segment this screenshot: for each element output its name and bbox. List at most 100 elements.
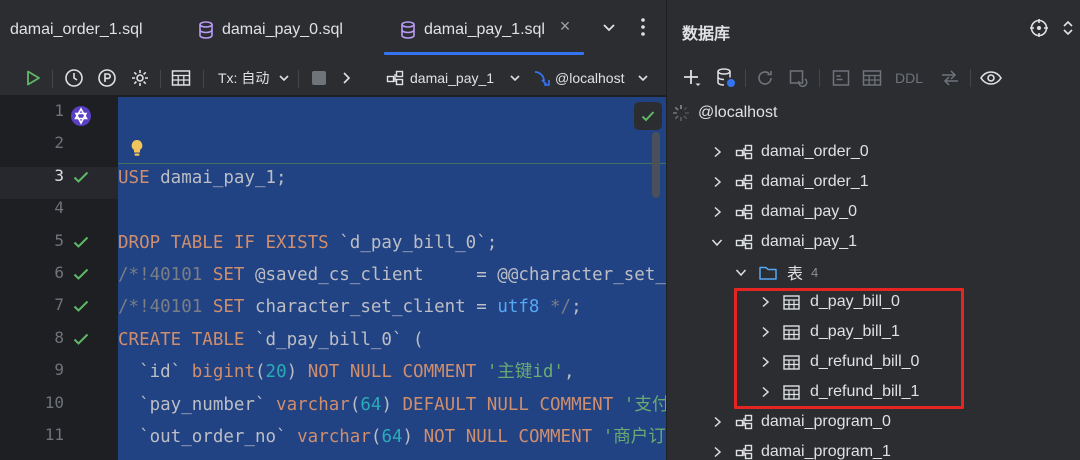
- close-tab-icon[interactable]: ×: [557, 17, 573, 35]
- table-icon: [171, 70, 191, 86]
- code-token: (: [349, 394, 361, 415]
- results-grid-button[interactable]: [171, 66, 191, 90]
- data-source-properties-button[interactable]: [715, 66, 737, 90]
- chevron-right-icon[interactable]: [711, 176, 723, 188]
- p-circle-icon: [98, 69, 116, 87]
- settings-button[interactable]: [130, 66, 150, 90]
- tree-item-schema[interactable]: damai_program_0: [711, 407, 891, 437]
- code-line[interactable]: `pay_number` varchar(64) DEFAULT NULL CO…: [118, 389, 666, 421]
- refresh-button[interactable]: [755, 66, 775, 90]
- history-button[interactable]: [64, 66, 84, 90]
- stop-button[interactable]: [311, 66, 327, 90]
- code-line[interactable]: `out_order_no` varchar(64) NOT NULL COMM…: [118, 421, 666, 453]
- gear-icon: [132, 70, 148, 86]
- schema-icon: [735, 144, 753, 160]
- more-vertical-icon[interactable]: [640, 16, 646, 38]
- chevron-down-icon[interactable]: [600, 18, 618, 36]
- expand-collapse-icon[interactable]: [1061, 18, 1075, 38]
- datasource-selector[interactable]: @localhost: [533, 66, 650, 90]
- tab-damai-pay-0[interactable]: damai_pay_0.sql: [198, 0, 343, 60]
- tree-item-schema[interactable]: damai_program_1: [711, 437, 891, 460]
- code-token: ,: [563, 362, 575, 383]
- tree-item-schema[interactable]: damai_pay_0: [711, 197, 857, 227]
- host-label: @localhost: [555, 70, 625, 86]
- code-token: `d_pay_bill_0` (: [244, 329, 424, 350]
- code-token: @saved_cs_client = @@character_set_clien…: [254, 265, 666, 285]
- chevron-down-icon[interactable]: [711, 236, 723, 248]
- check-icon: [73, 268, 89, 280]
- execute-button[interactable]: [24, 66, 42, 90]
- code-line[interactable]: DROP TABLE IF EXISTS `d_pay_bill_0`;: [118, 227, 497, 259]
- code-token: bigint: [191, 362, 255, 383]
- line-number: 11: [44, 425, 64, 444]
- line-number-gutter: 1 2 3 4 5 6 7 8 9 10 11: [0, 97, 118, 460]
- toolbar-divider: [970, 66, 971, 90]
- eye-icon: [980, 71, 1002, 85]
- lightbulb-icon[interactable]: [130, 139, 144, 157]
- table-icon: [862, 70, 882, 86]
- schema-sync-button[interactable]: [788, 66, 808, 90]
- annotation-highlight-box: [734, 288, 964, 409]
- new-button[interactable]: [681, 66, 703, 90]
- jump-to-button[interactable]: [939, 66, 961, 90]
- code-line[interactable]: USE damai_pay_1;: [118, 162, 287, 194]
- check-icon: [73, 333, 89, 345]
- code-token: NOT NULL COMMENT: [307, 362, 477, 383]
- tree-item-schema[interactable]: damai_pay_1: [711, 227, 857, 257]
- inspection-status-badge[interactable]: [634, 102, 662, 130]
- explain-plan-button[interactable]: [97, 66, 117, 90]
- code-token: ;: [571, 297, 582, 318]
- panel-title: 数据库: [682, 26, 731, 43]
- ai-assistant-icon[interactable]: [70, 105, 92, 127]
- code-token: /*!40101: [118, 265, 213, 285]
- line-number: 10: [44, 392, 64, 412]
- chevron-down-icon[interactable]: [735, 266, 747, 278]
- check-icon: [641, 111, 655, 122]
- chevron-right-icon[interactable]: [711, 146, 723, 158]
- toolbar-divider: [52, 70, 53, 88]
- crosshair-icon[interactable]: [1029, 18, 1049, 38]
- tree-item-tables-folder[interactable]: 表4: [735, 257, 818, 287]
- toolbar-divider: [745, 66, 746, 90]
- tab-damai-pay-1[interactable]: damai_pay_1.sql: [400, 0, 545, 60]
- tree-item-host[interactable]: @localhost: [667, 98, 777, 128]
- schema-selector[interactable]: damai_pay_1: [386, 66, 522, 90]
- chevron-right-icon[interactable]: [711, 206, 723, 218]
- database-settings-icon: [717, 68, 735, 87]
- database-icon: [401, 21, 415, 39]
- arrows-icon: [942, 70, 958, 86]
- active-tab-indicator: [384, 52, 584, 55]
- code-line[interactable]: `id` bigint(20) NOT NULL COMMENT '主键id',: [118, 356, 575, 388]
- query-console-button[interactable]: [831, 66, 851, 90]
- code-token: USE: [118, 167, 150, 188]
- view-options-button[interactable]: [979, 66, 1003, 90]
- tree-item-schema[interactable]: damai_order_0: [711, 137, 869, 167]
- tab-damai-order-1[interactable]: damai_order_1.sql: [10, 0, 143, 60]
- console-icon: [832, 70, 850, 86]
- code-line[interactable]: CREATE TABLE `d_pay_bill_0` (: [118, 324, 424, 356]
- tree-item-label: damai_pay_1: [761, 233, 858, 250]
- code-line[interactable]: /*!40101 SET character_set_client = utf8…: [118, 291, 582, 323]
- chevron-right-icon[interactable]: [711, 446, 723, 458]
- schema-icon: [735, 444, 753, 460]
- chevron-down-icon: [510, 75, 520, 82]
- ddl-button[interactable]: DDL: [895, 66, 923, 90]
- more-actions-button[interactable]: [340, 66, 352, 90]
- code-token: damai_pay_1;: [149, 167, 287, 188]
- editor-toolbar: Tx: 自动 damai_pay_1 @localhost: [0, 60, 666, 96]
- tree-item-schema[interactable]: damai_order_1: [711, 167, 869, 197]
- code-area[interactable]: USE damai_pay_1; DROP TABLE IF EXISTS `d_…: [118, 97, 666, 460]
- schema-label: damai_pay_1: [410, 70, 495, 86]
- code-line[interactable]: /*!40101 SET @saved_cs_client = @@charac…: [118, 259, 666, 291]
- chevron-right-icon: [343, 72, 351, 84]
- toolbar-divider: [203, 70, 204, 88]
- clock-icon: [65, 69, 83, 87]
- vertical-scrollbar[interactable]: [652, 132, 660, 198]
- chevron-right-icon[interactable]: [711, 416, 723, 428]
- transaction-mode-dropdown[interactable]: Tx: 自动: [218, 66, 291, 90]
- code-token: ): [286, 362, 308, 383]
- folder-icon: [759, 266, 777, 280]
- table-editor-button[interactable]: [862, 66, 882, 90]
- code-token: '主键id': [486, 362, 564, 383]
